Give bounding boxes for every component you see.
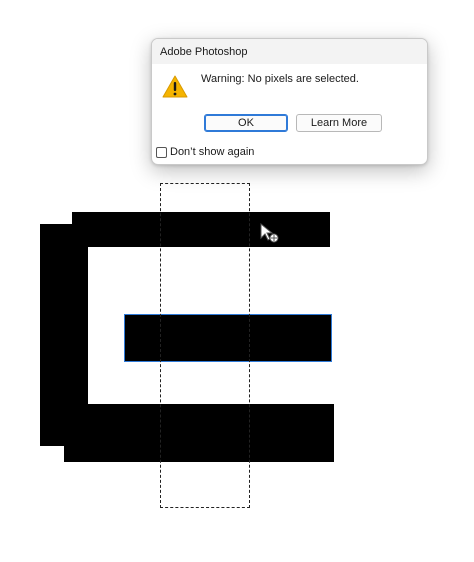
warning-icon [162,75,188,98]
marquee-selection[interactable] [160,183,250,508]
warning-dialog: Adobe Photoshop Warning: No pixels are s… [151,38,428,165]
dialog-body: Warning: No pixels are selected. OK Lear… [152,64,427,164]
ok-button[interactable]: OK [204,114,288,132]
warning-message: Warning: No pixels are selected. [201,73,359,85]
dont-show-again-checkbox[interactable] [156,146,167,158]
dont-show-again-label: Don’t show again [170,146,255,158]
dialog-titlebar[interactable]: Adobe Photoshop [152,39,427,64]
dialog-title: Adobe Photoshop [160,45,248,58]
ok-button-label: OK [238,117,254,129]
learn-more-button[interactable]: Learn More [296,114,382,132]
learn-more-button-label: Learn More [310,117,368,129]
dont-show-again-option[interactable]: Don’t show again [156,146,254,158]
move-cursor-icon [260,222,279,243]
